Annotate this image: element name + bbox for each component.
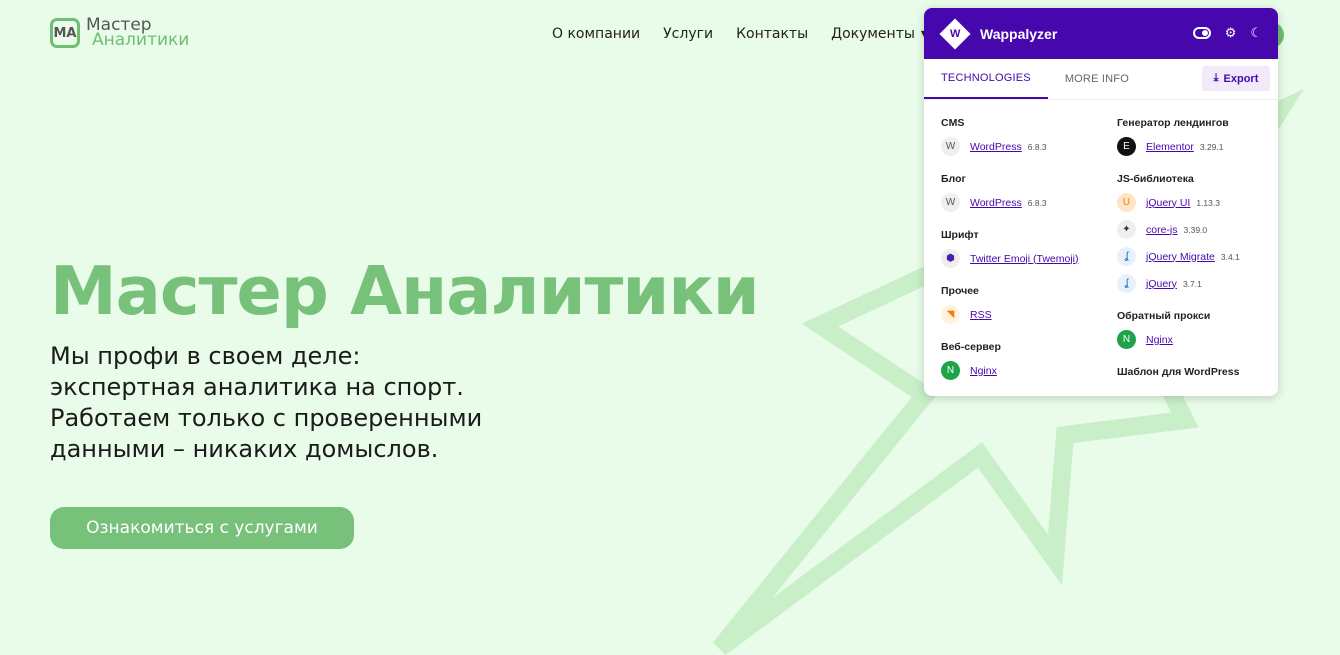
site-logo[interactable]: МА Мастер Аналитики [50,17,190,50]
technology-category: Обратный прокси [1117,310,1211,322]
hero-subtitle-line: Мы профи в своем деле: [50,342,361,370]
technology-item: UjQuery UI 1.13.3 [1117,193,1240,212]
technology-category: Шаблон для WordPress [1117,366,1240,378]
wappalyzer-header: W Wappalyzer ⚙ ☾ [924,8,1278,59]
technology-link[interactable]: jQuery [1146,278,1177,290]
technology-version: 6.8.3 [1027,141,1047,152]
technology-link[interactable]: RSS [970,309,992,321]
gear-icon[interactable]: ⚙ [1225,26,1237,40]
nav-link-about[interactable]: О компании [552,26,640,42]
download-icon: ⤓ [1213,72,1219,84]
technology-version: 3.39.0 [1183,224,1208,235]
twemoji-icon: ⬢ [941,249,960,268]
technology-version: 3.29.1 [1199,141,1224,152]
technology-link[interactable]: Nginx [1146,334,1173,346]
technology-item: N Nginx [1117,330,1240,349]
nginx-icon: N [1117,330,1136,349]
nav-link-label: Контакты [736,26,809,42]
technology-category: Шрифт [941,229,979,241]
technology-item: ⬢ Twitter Emoji (Twemoji) [941,249,1079,268]
technology-item: ✦ core-js 3.39.0 [1117,220,1240,239]
technology-link[interactable]: WordPress [970,141,1022,153]
hero-title: Мастер Аналитики [50,252,760,330]
technology-link[interactable]: jQuery Migrate [1146,251,1215,263]
nav-link-label: Услуги [663,26,714,42]
technology-item: ʆ jQuery Migrate 3.4.1 [1117,247,1240,266]
logo-line-2: Аналитики [92,30,190,50]
technology-item: W WordPress 6.8.3 [941,137,1079,156]
technology-link[interactable]: Elementor [1146,141,1194,153]
jquery-icon: ʆ [1117,274,1136,293]
technology-category: Генератор лендингов [1117,117,1229,129]
technology-category: Веб-сервер [941,341,1001,353]
nav-link-label: О компании [552,26,641,42]
view-services-button[interactable]: Ознакомиться с услугами [50,507,354,549]
wappalyzer-popup: W Wappalyzer ⚙ ☾ TECHNOLOGIES MORE INFO … [924,8,1278,396]
hero-subtitle-line: данными – никаких домыслов. [50,435,439,463]
main-nav: О компании Услуги Контакты Документы▼ [552,26,952,42]
logo-text: Мастер Аналитики [86,17,190,50]
technology-item: E Elementor 3.29.1 [1117,137,1240,156]
wappalyzer-tabs: TECHNOLOGIES MORE INFO ⤓ Export [924,59,1278,100]
nginx-icon: N [941,361,960,380]
tab-technologies[interactable]: TECHNOLOGIES [924,59,1048,99]
technology-link[interactable]: Nginx [970,365,997,377]
nav-link-services[interactable]: Услуги [663,26,713,42]
technology-link[interactable]: core-js [1146,224,1178,236]
hero-subtitle-line: экспертная аналитика на спорт. [50,373,464,401]
technology-item: N Nginx [941,361,1079,380]
technology-item: ʆ jQuery 3.7.1 [1117,274,1240,293]
jquery-ui-icon: U [1117,193,1136,212]
technology-link[interactable]: jQuery UI [1146,197,1190,209]
technologies-list: CMS W WordPress 6.8.3 Блог W WordPress 6.8.3 Шри… [924,100,1278,396]
nav-link-contacts[interactable]: Контакты [736,26,808,42]
technology-item: W WordPress 6.8.3 [941,193,1079,212]
technologies-column-right: Генератор лендингов E Elementor 3.29.1 JS-би… [1117,100,1240,386]
toggle-icon[interactable] [1192,27,1211,39]
technology-category: CMS [941,117,965,129]
wordpress-icon: W [941,137,960,156]
technology-version: 3.4.1 [1220,251,1240,262]
hero-subtitle-line: Работаем только с проверенными [50,404,483,432]
wappalyzer-title: Wappalyzer [980,25,1058,42]
jquery-icon: ʆ [1117,247,1136,266]
technology-category: JS-библиотека [1117,173,1194,185]
technology-version: 1.13.3 [1196,197,1220,208]
technology-link[interactable]: Twitter Emoji (Twemoji) [970,253,1079,265]
technology-item: ◥ RSS [941,305,1079,324]
tab-more-info[interactable]: MORE INFO [1048,59,1146,99]
technology-link[interactable]: WordPress [970,197,1022,209]
wappalyzer-logo-icon: W [939,17,971,50]
logo-mark-icon: МА [50,18,80,48]
hero-subtitle: Мы профи в своем деле: экспертная аналит… [50,341,570,465]
wordpress-icon: W [941,193,960,212]
export-button[interactable]: ⤓ Export [1202,66,1270,91]
technology-version: 6.8.3 [1027,197,1047,208]
nav-link-documents[interactable]: Документы▼ [831,26,929,42]
rss-icon: ◥ [941,305,960,324]
nav-link-label: Документы [831,26,915,42]
technology-category: Прочее [941,285,979,297]
export-label: Export [1223,72,1259,85]
moon-icon[interactable]: ☾ [1250,26,1262,40]
core-js-icon: ✦ [1117,220,1136,239]
technology-category: Блог [941,173,966,185]
technologies-column-left: CMS W WordPress 6.8.3 Блог W WordPress 6.8.3 Шри… [941,100,1079,388]
technology-version: 3.7.1 [1182,278,1202,289]
elementor-icon: E [1117,137,1136,156]
